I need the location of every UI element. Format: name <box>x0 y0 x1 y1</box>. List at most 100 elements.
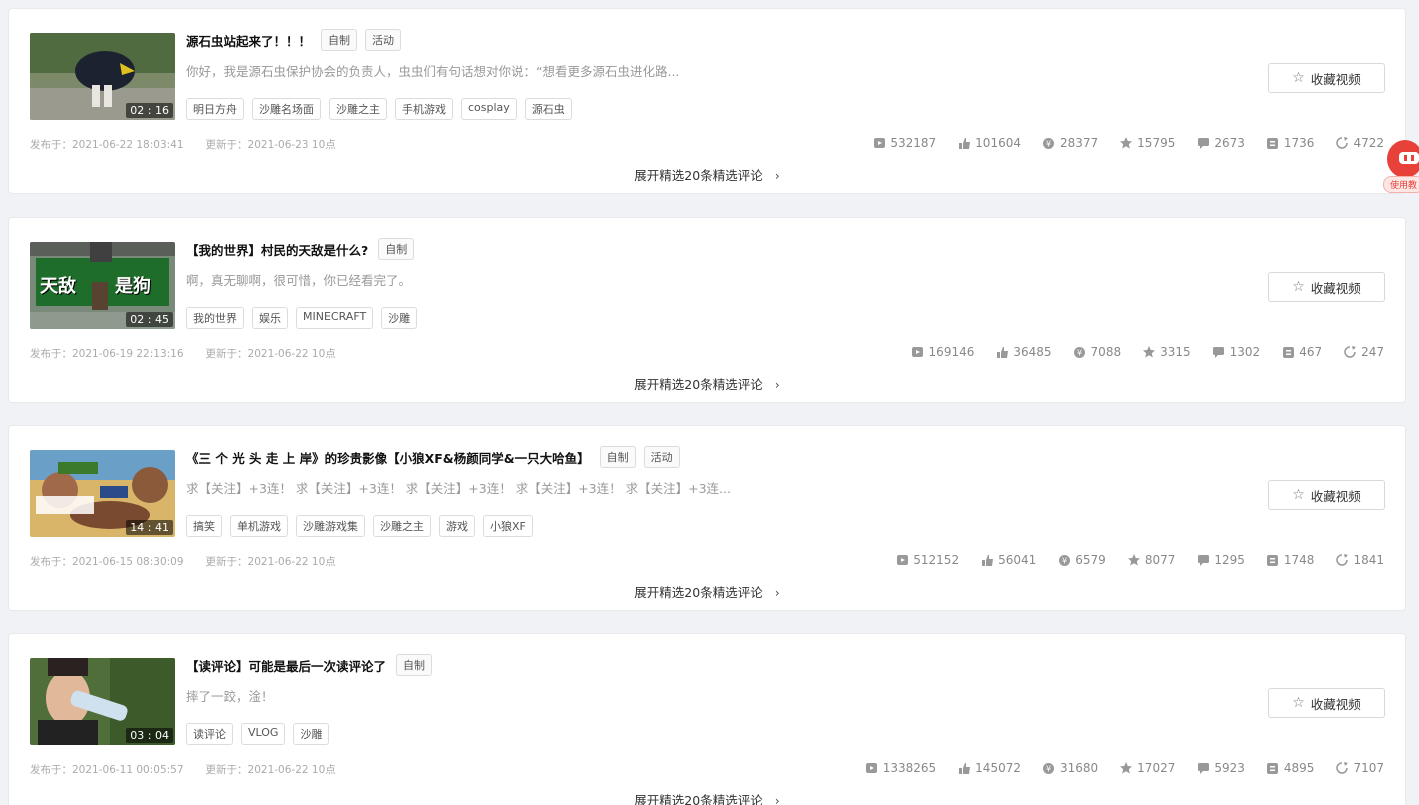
tag[interactable]: 沙雕游戏集 <box>296 515 365 537</box>
tag[interactable]: VLOG <box>241 723 286 745</box>
tag[interactable]: MINECRAFT <box>296 307 374 329</box>
thumbs-up-icon <box>996 346 1008 358</box>
favorite-video-button[interactable]: ☆ 收藏视频 <box>1268 480 1385 510</box>
badge-self-made: 自制 <box>396 654 433 676</box>
updated-prefix: 更新于： <box>205 764 248 776</box>
video-thumbnail[interactable]: 14 : 41 <box>30 450 175 537</box>
tag[interactable]: 沙雕名场面 <box>252 98 321 120</box>
tag[interactable]: 娱乐 <box>252 307 288 329</box>
shares-stat: 1841 <box>1336 553 1384 567</box>
tag[interactable]: 明日方舟 <box>186 98 244 120</box>
published-date: 2021-06-22 18:03:41 <box>72 139 184 151</box>
updated-date: 2021-06-22 10点 <box>247 764 336 776</box>
duration-label: 02 : 16 <box>126 103 173 118</box>
expand-comments-label: 展开精选20条精选评论 <box>634 377 763 392</box>
expand-comments-button[interactable]: 展开精选20条精选评论 › <box>9 374 1405 393</box>
tag-list: 搞笑 单机游戏 沙雕游戏集 沙雕之主 游戏 小狼XF <box>186 515 541 537</box>
updated-date: 2021-06-23 10点 <box>247 139 336 151</box>
share-icon <box>1344 346 1357 358</box>
tag[interactable]: 手机游戏 <box>395 98 453 120</box>
tag[interactable]: 小狼XF <box>483 515 533 537</box>
date-info: 发布于：2021-06-19 22:13:16 更新于：2021-06-22 1… <box>30 346 358 361</box>
shares-stat: 4722 <box>1336 136 1384 150</box>
video-thumbnail[interactable]: 天敌 是狗 02 : 45 <box>30 242 175 329</box>
video-thumbnail[interactable]: 02 : 16 <box>30 33 175 120</box>
danmaku-stat: 1302 <box>1213 345 1260 359</box>
video-title[interactable]: 《三 个 光 头 走 上 岸》的珍贵影像【小狼XF&杨颜同学&一只大哈鱼】 <box>186 448 590 467</box>
thumbs-up-icon <box>958 762 970 774</box>
thumbnail-caption-left: 天敌 <box>40 276 76 297</box>
published-prefix: 发布于： <box>30 348 72 360</box>
tag-list: 明日方舟 沙雕名场面 沙雕之主 手机游戏 cosplay 源石虫 <box>186 98 580 120</box>
tag[interactable]: 我的世界 <box>186 307 244 329</box>
danmaku-stat: 2673 <box>1197 136 1245 150</box>
badge-self-made: 自制 <box>599 446 636 468</box>
chevron-right-icon: › <box>774 168 780 183</box>
tag[interactable]: cosplay <box>461 98 517 120</box>
title-row: 【读评论】可能是最后一次读评论了 自制 <box>186 654 440 676</box>
video-title[interactable]: 源石虫站起来了！！！ <box>186 31 311 50</box>
tag[interactable]: 单机游戏 <box>230 515 288 537</box>
video-thumbnail[interactable]: 03 : 04 <box>30 658 175 745</box>
danmaku-icon <box>1197 762 1209 774</box>
coin-icon: ¥ <box>1043 762 1055 774</box>
svg-text:¥: ¥ <box>1046 139 1051 148</box>
thumbs-up-icon <box>958 137 970 149</box>
tag[interactable]: 沙雕 <box>293 723 330 745</box>
star-outline-icon: ☆ <box>1292 70 1305 86</box>
video-card: 天敌 是狗 02 : 45 【我的世界】村民的天敌是什么? 自制 啊，真无聊啊，… <box>8 217 1406 403</box>
favorites-stat: 17027 <box>1120 761 1175 775</box>
badge-activity: 活动 <box>643 446 680 468</box>
updated-prefix: 更新于： <box>205 139 248 151</box>
svg-text:¥: ¥ <box>1046 764 1051 773</box>
date-info: 发布于：2021-06-22 18:03:41 更新于：2021-06-23 1… <box>30 137 358 152</box>
favorite-video-button[interactable]: ☆ 收藏视频 <box>1268 688 1385 718</box>
published-prefix: 发布于： <box>30 764 72 776</box>
expand-comments-button[interactable]: 展开精选20条精选评论 › <box>9 165 1405 184</box>
comment-box-icon <box>1267 554 1279 566</box>
thumbnail-caption-right: 是狗 <box>115 276 151 297</box>
shares-stat: 7107 <box>1336 761 1384 775</box>
favorite-video-button[interactable]: ☆ 收藏视频 <box>1268 63 1385 93</box>
title-row: 源石虫站起来了！！！ 自制 活动 <box>186 29 409 51</box>
tag[interactable]: 读评论 <box>186 723 233 745</box>
stats-row: 169146 36485 ¥7088 3315 1302 467 247 <box>890 345 1384 359</box>
comment-box-icon <box>1267 762 1279 774</box>
danmaku-icon <box>1197 137 1209 149</box>
tag[interactable]: 搞笑 <box>186 515 222 537</box>
favorite-video-button[interactable]: ☆ 收藏视频 <box>1268 272 1385 302</box>
tutorial-helper-widget[interactable]: 使用教 <box>1383 140 1419 193</box>
published-date: 2021-06-15 08:30:09 <box>72 556 184 568</box>
expand-comments-label: 展开精选20条精选评论 <box>634 793 763 805</box>
published-date: 2021-06-19 22:13:16 <box>72 348 184 360</box>
play-icon <box>912 346 924 358</box>
danmaku-stat: 5923 <box>1197 761 1245 775</box>
play-icon <box>866 762 878 774</box>
coin-icon: ¥ <box>1058 554 1070 566</box>
stats-row: 532187 101604 ¥28377 15795 2673 1736 472… <box>851 136 1384 150</box>
updated-date: 2021-06-22 10点 <box>247 348 336 360</box>
favorites-stat: 8077 <box>1127 553 1175 567</box>
chevron-right-icon: › <box>774 585 780 600</box>
expand-comments-button[interactable]: 展开精选20条精选评论 › <box>9 790 1405 805</box>
expand-comments-button[interactable]: 展开精选20条精选评论 › <box>9 582 1405 601</box>
video-title[interactable]: 【我的世界】村民的天敌是什么? <box>186 240 368 259</box>
video-title[interactable]: 【读评论】可能是最后一次读评论了 <box>186 656 386 675</box>
comment-box-icon <box>1267 137 1279 149</box>
tag[interactable]: 沙雕之主 <box>329 98 387 120</box>
star-icon <box>1143 346 1156 358</box>
video-description: 摔了一跤，淦！ <box>186 689 274 704</box>
chevron-right-icon: › <box>774 377 780 392</box>
title-row: 《三 个 光 头 走 上 岸》的珍贵影像【小狼XF&杨颜同学&一只大哈鱼】 自制… <box>186 446 688 468</box>
star-outline-icon: ☆ <box>1292 279 1305 295</box>
coin-icon: ¥ <box>1074 346 1086 358</box>
favorite-button-label: 收藏视频 <box>1310 71 1361 87</box>
published-date: 2021-06-11 00:05:57 <box>72 764 184 776</box>
tag[interactable]: 源石虫 <box>524 98 572 120</box>
tag[interactable]: 沙雕之主 <box>373 515 431 537</box>
favorite-button-label: 收藏视频 <box>1310 696 1361 712</box>
expand-comments-label: 展开精选20条精选评论 <box>634 168 763 183</box>
tag[interactable]: 沙雕 <box>381 307 418 329</box>
tag[interactable]: 游戏 <box>439 515 475 537</box>
comments-stat: 1736 <box>1267 136 1314 150</box>
